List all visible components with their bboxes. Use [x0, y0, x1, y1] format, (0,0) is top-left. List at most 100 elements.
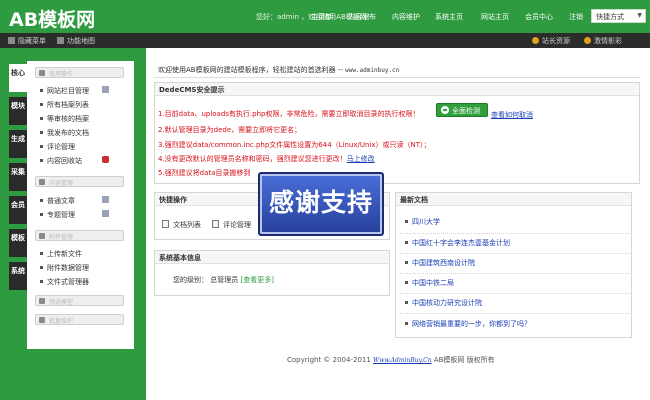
- menu-item-attachment-data[interactable]: 附件数据管理: [40, 263, 89, 273]
- divider: [400, 293, 632, 294]
- menu-item-recycle-bin[interactable]: 内容回收站: [40, 156, 82, 166]
- quick-menu-select[interactable]: 快捷方式 ▼: [591, 9, 646, 23]
- passion-film-link[interactable]: 激情影彩: [584, 36, 622, 46]
- nav-website-home[interactable]: 网站主页: [481, 12, 509, 22]
- menu-item-my-documents[interactable]: 我发布的文档: [40, 128, 89, 138]
- tab-collect[interactable]: 采集: [9, 163, 27, 191]
- warning-2: 2.默认管理目录为dede，需要立即将它更名；: [158, 126, 302, 134]
- full-check-button[interactable]: 全面检测: [436, 103, 488, 117]
- thanks-overlay: 感谢支持: [258, 172, 384, 236]
- nav-content-publish[interactable]: 内容发布: [348, 12, 376, 22]
- divider: [400, 233, 632, 234]
- group-icon: [39, 317, 45, 323]
- news-item[interactable]: 网络营销最重要的一步，你都到了吗？: [405, 319, 531, 329]
- menu-group-title: 频道模型: [49, 299, 74, 306]
- webmaster-resources-link[interactable]: 站长资源: [532, 36, 570, 46]
- shield-icon[interactable]: [102, 156, 109, 163]
- tab-module[interactable]: 模块: [9, 97, 27, 125]
- menu-item-comments[interactable]: 评论管理: [40, 142, 75, 152]
- footer-copyright: Copyright © 2004-2011: [287, 356, 374, 364]
- hide-menu-icon: [8, 37, 15, 44]
- tab-system[interactable]: 系统: [9, 262, 27, 290]
- footer-owner: AB模板网 版权所有: [431, 356, 495, 364]
- tab-core[interactable]: 核心: [9, 64, 27, 92]
- group-icon: [39, 298, 45, 304]
- welcome-url[interactable]: www.adminbuy.cn: [345, 67, 399, 74]
- menu-group-title: 常用操作: [49, 71, 74, 78]
- quick-link-comments[interactable]: 评论管理: [212, 220, 251, 230]
- divider: [154, 77, 640, 78]
- menu-item-pending-review[interactable]: 等审核的档案: [40, 114, 89, 124]
- divider: [400, 273, 632, 274]
- nav-main-menu[interactable]: 主菜单: [311, 12, 332, 22]
- group-icon: [39, 233, 45, 239]
- level-value: 总管理员: [210, 276, 239, 284]
- warning-4-text: 4.没有更改默认的管理员名称和密码，强烈建议您进行更改！: [158, 155, 347, 163]
- quick-ops-title: 快捷操作: [159, 196, 187, 204]
- news-item[interactable]: 中国核动力研究设计院: [405, 298, 482, 308]
- menu-group-header[interactable]: 批量维护: [35, 314, 124, 325]
- menu-group-title: 内容管理: [49, 180, 74, 187]
- warning-3: 3.强烈建议data/common.inc.php文件属性设置为644（Linu…: [158, 141, 431, 149]
- system-info-panel: 系统基本信息: [154, 250, 390, 296]
- menu-item-upload-file[interactable]: 上传新文件: [40, 249, 82, 259]
- level-label: 您的级别：: [173, 276, 208, 284]
- group-icon: [39, 70, 45, 76]
- menu-group-header[interactable]: 内容管理: [35, 176, 124, 187]
- tab-member[interactable]: 会员: [9, 196, 27, 224]
- map-icon: [57, 37, 64, 44]
- divider: [400, 313, 632, 314]
- how-to-cancel-link[interactable]: 查看如何取消: [491, 110, 533, 120]
- news-item[interactable]: 中国红十字会李连杰壹基金计划: [405, 238, 510, 248]
- news-item[interactable]: 四川大学: [405, 217, 440, 227]
- add-icon[interactable]: [102, 196, 109, 203]
- secondary-bar: 隐藏菜单 功能地图 站长资源 激情影彩: [0, 33, 650, 48]
- tab-generate[interactable]: 生成: [9, 130, 27, 158]
- modify-now-link[interactable]: 马上修改: [347, 155, 375, 163]
- menu-item-channel-manage[interactable]: 网站栏目管理: [40, 86, 89, 96]
- quick-menu-label: 快捷方式: [596, 13, 624, 21]
- footer-link[interactable]: Www.AdminBuy.Cn: [373, 357, 432, 364]
- news-item[interactable]: 中国建筑西南设计院: [405, 258, 475, 268]
- security-panel-header: DedeCMS安全提示: [155, 83, 639, 96]
- menu-group-title: 附件管理: [49, 234, 74, 241]
- top-header: AB模板网 您好：admin ，欢迎使用AB模板网！ 主菜单 内容发布 内容维护…: [0, 0, 650, 33]
- nav-member-center[interactable]: 会员中心: [525, 12, 553, 22]
- menu-group-header[interactable]: 频道模型: [35, 295, 124, 306]
- menu-item-topic-manage[interactable]: 专题管理: [40, 210, 75, 220]
- nav-content-maintain[interactable]: 内容维护: [392, 12, 420, 22]
- quick-link-doc-list[interactable]: 文档列表: [162, 220, 201, 230]
- hide-menu-label: 隐藏菜单: [18, 37, 46, 45]
- security-panel-title: DedeCMS安全提示: [159, 86, 225, 94]
- function-map-button[interactable]: 功能地图: [57, 36, 95, 46]
- full-check-label: 全面检测: [452, 107, 480, 115]
- hide-menu-button[interactable]: 隐藏菜单: [8, 36, 46, 46]
- menu-group-header[interactable]: 常用操作: [35, 67, 124, 78]
- nav-logout[interactable]: 注销: [569, 12, 583, 22]
- chevron-down-icon: ▼: [637, 12, 642, 19]
- warning-5: 5.强烈建议将data目录搬移到: [158, 169, 251, 177]
- nav-system-home[interactable]: 系统主页: [435, 12, 463, 22]
- footer: Copyright © 2004-2011 Www.AdminBuy.Cn AB…: [287, 355, 495, 365]
- menu-item-file-manager[interactable]: 文件式管理器: [40, 277, 89, 287]
- system-info-title: 系统基本信息: [159, 254, 201, 262]
- news-item[interactable]: 中国中铁二局: [405, 278, 454, 288]
- latest-docs-title: 最新文档: [400, 196, 428, 204]
- tab-template[interactable]: 模板: [9, 229, 27, 257]
- menu-item-all-archives[interactable]: 所有档案列表: [40, 100, 89, 110]
- warning-4: 4.没有更改默认的管理员名称和密码，强烈建议您进行更改！马上修改: [158, 154, 375, 164]
- function-map-label: 功能地图: [67, 37, 95, 45]
- add-icon[interactable]: [102, 210, 109, 217]
- webmaster-resources-label: 站长资源: [542, 37, 570, 45]
- menu-item-normal-article[interactable]: 普通文章: [40, 196, 75, 206]
- site-logo[interactable]: AB模板网: [9, 5, 95, 32]
- view-more-link[interactable]: [查看更多]: [240, 276, 273, 284]
- star-icon: [532, 37, 539, 44]
- passion-film-label: 激情影彩: [594, 37, 622, 45]
- system-info-header: 系统基本信息: [155, 251, 389, 264]
- menu-group-header[interactable]: 附件管理: [35, 230, 124, 241]
- film-icon: [584, 37, 591, 44]
- menu-group-title: 批量维护: [49, 318, 74, 325]
- welcome-text: 欢迎使用AB模板网的建站模板程序，轻松建站的首选利器 --: [158, 66, 346, 74]
- add-icon[interactable]: [102, 86, 109, 93]
